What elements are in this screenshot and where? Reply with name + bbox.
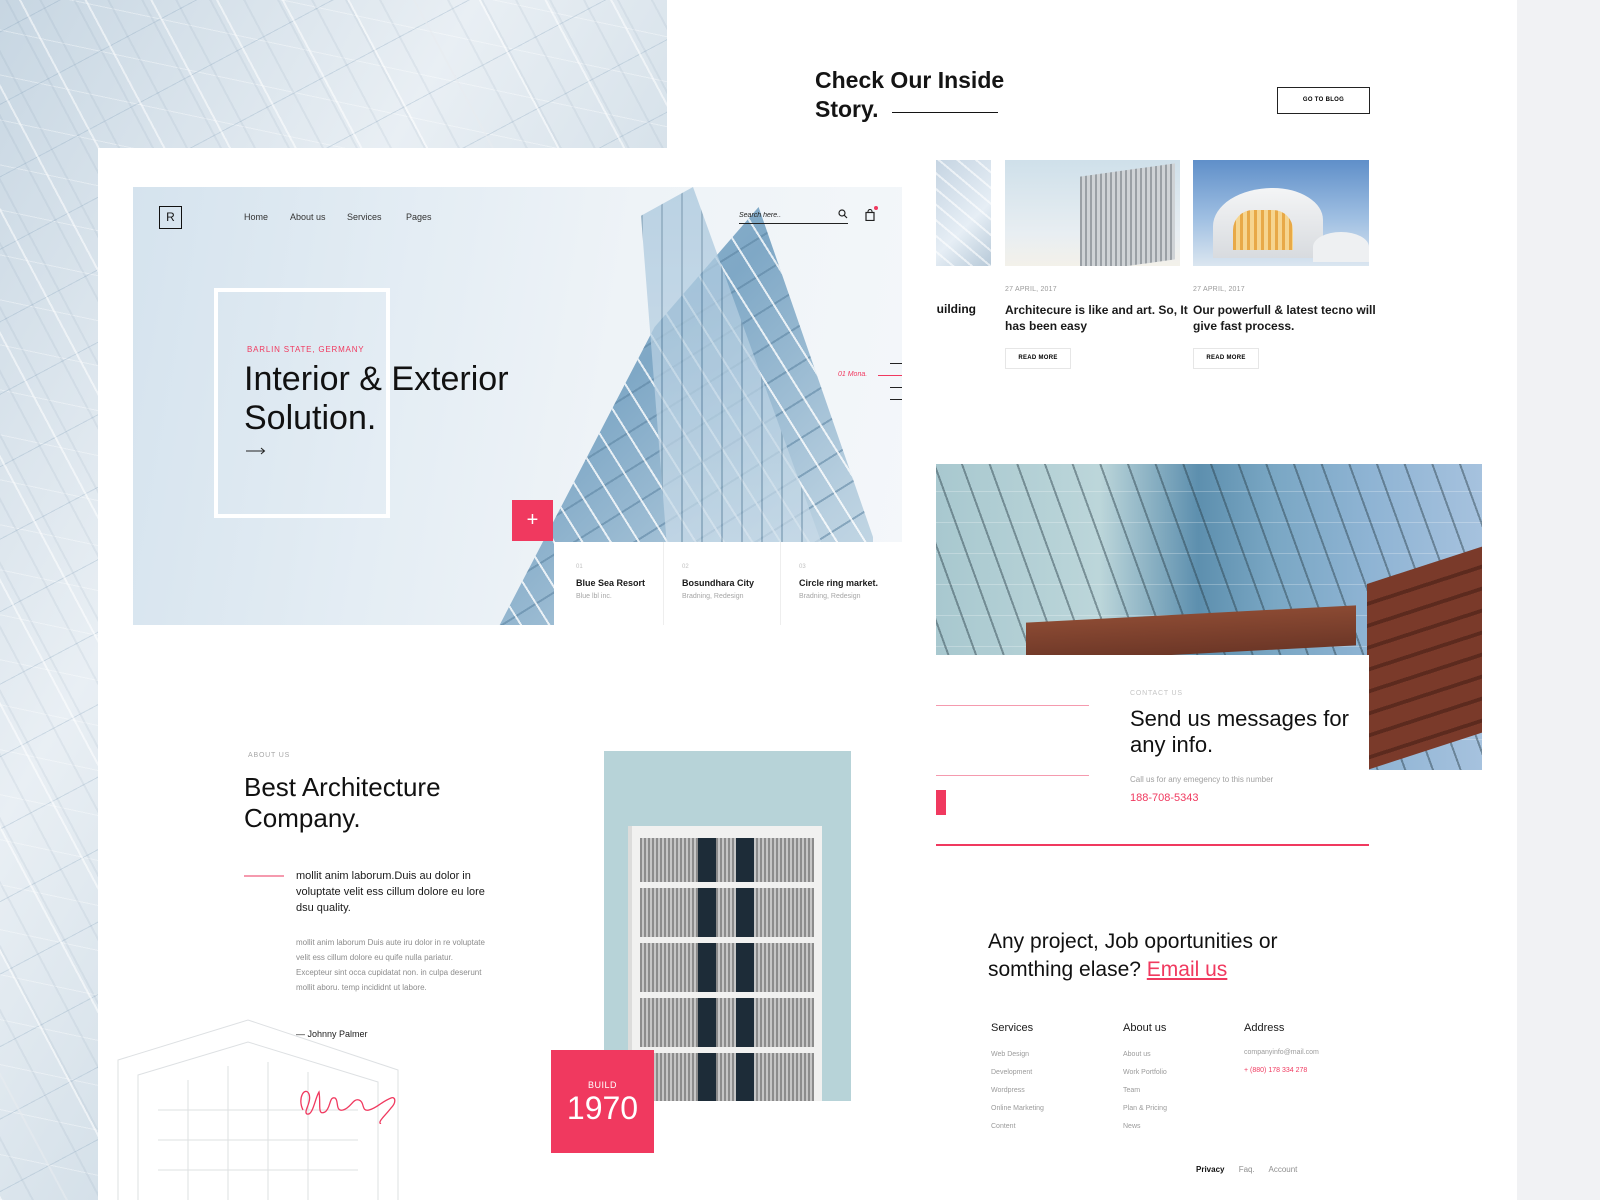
slide-indicator-line-active[interactable] [878, 375, 902, 376]
project-number: 02 [682, 564, 689, 570]
footer-link[interactable]: Content [991, 1122, 1044, 1140]
faq-link[interactable]: Faq. [1239, 1165, 1255, 1174]
footer-services-list: Web Design Development Wordpress Online … [991, 1050, 1044, 1140]
search-bar [739, 208, 848, 224]
blog-post-date: 27 APRIL, 2017 [1193, 286, 1245, 293]
slide-indicator-line[interactable] [890, 363, 902, 364]
nav-home[interactable]: Home [244, 212, 268, 222]
contact-kicker: CONTACT US [1130, 690, 1183, 697]
build-label: BUILD [587, 1080, 617, 1090]
account-link[interactable]: Account [1269, 1165, 1298, 1174]
project-strip: 01 Blue Sea Resort Blue lbl inc. 02 Bosu… [554, 542, 902, 625]
footer-cta-text: Any project, Job oportunities or somthin… [988, 930, 1278, 981]
arrow-right-icon[interactable] [246, 447, 266, 455]
email-us-link[interactable]: Email us [1147, 958, 1228, 981]
project-card[interactable]: 01 Blue Sea Resort Blue lbl inc. [554, 542, 664, 625]
plus-button[interactable]: + [512, 500, 553, 541]
footer-link[interactable]: Work Portfolio [1123, 1068, 1167, 1086]
blog-image-partial[interactable] [936, 160, 991, 266]
nav-about-us[interactable]: About us [290, 212, 326, 222]
contact-description: Call us for any emegency to this number [1130, 775, 1274, 784]
project-title: Bosundhara City [682, 578, 755, 588]
about-kicker: ABOUT US [248, 752, 291, 759]
footer-link[interactable]: Plan & Pricing [1123, 1104, 1167, 1122]
about-accent-line [244, 875, 284, 877]
blog-post-title[interactable]: Our powerfull & latest tecno will give f… [1193, 302, 1378, 334]
blog-post-title-partial[interactable]: uilding [936, 302, 976, 316]
privacy-link[interactable]: Privacy [1196, 1165, 1224, 1174]
footer-link[interactable]: Development [991, 1068, 1044, 1086]
hero-title: Interior & Exterior Solution. [244, 360, 509, 437]
footer-column-title-address: Address [1244, 1022, 1285, 1034]
footer-link[interactable]: News [1123, 1122, 1167, 1140]
about-body-text: mollit anim laborum Duis aute iru dolor … [296, 938, 485, 992]
about-author: — Johnny Palmer [296, 1029, 368, 1039]
project-subtitle: Blue lbl inc. [576, 593, 612, 600]
slide-indicator-line[interactable] [890, 387, 902, 388]
read-more-button[interactable]: READ MORE [1193, 348, 1259, 369]
blog-post-title[interactable]: Architecure is like and art. So, It has … [1005, 302, 1190, 334]
footer-about-list: About us Work Portfolio Team Plan & Pric… [1123, 1050, 1167, 1140]
project-card[interactable]: 03 Circle ring market. Bradning, Redesig… [781, 542, 902, 625]
blog-post-date: 27 APRIL, 2017 [1005, 286, 1057, 293]
contact-email-field[interactable] [936, 775, 1089, 776]
contact-name-field[interactable] [936, 705, 1089, 706]
slide-indicator-line[interactable] [890, 399, 902, 400]
blog-image-curved-building[interactable] [1193, 160, 1369, 266]
shopping-bag-icon[interactable] [865, 209, 875, 221]
footer-column-title-services: Services [991, 1022, 1034, 1034]
project-subtitle: Bradning, Redesign [682, 593, 744, 600]
footer-link[interactable]: Online Marketing [991, 1104, 1044, 1122]
project-subtitle: Bradning, Redesign [799, 593, 861, 600]
nav-services[interactable]: Services [347, 212, 382, 222]
slide-indicator-label: 01 Mona. [838, 371, 868, 378]
contact-title: Send us messages for any info. [1130, 706, 1349, 757]
build-year: 1970 [566, 1090, 639, 1126]
go-to-blog-button[interactable]: GO TO BLOG [1277, 87, 1370, 114]
read-more-button[interactable]: READ MORE [1005, 348, 1071, 369]
blog-image-building-slats[interactable] [1005, 160, 1180, 266]
search-input[interactable] [739, 208, 834, 222]
footer-column-title-about: About us [1123, 1022, 1167, 1034]
footer-address-list: companyinfo@mail.com + (880) 178 334 278 [1244, 1048, 1319, 1084]
nav-pages[interactable]: Pages [406, 212, 432, 222]
project-number: 01 [576, 564, 583, 570]
footer-link[interactable]: Wordpress [991, 1086, 1044, 1104]
contact-submit-button[interactable] [936, 790, 946, 815]
search-icon[interactable] [838, 209, 848, 219]
footer-phone[interactable]: + (880) 178 334 278 [1244, 1066, 1319, 1084]
contact-phone-link[interactable]: 188-708-5343 [1130, 792, 1199, 804]
building-photo [604, 751, 851, 1101]
hero-location: BARLIN STATE, GERMANY [247, 345, 365, 354]
footer-link[interactable]: About us [1123, 1050, 1167, 1068]
project-title: Circle ring market. [799, 578, 879, 588]
build-year-badge: BUILD 1970 [551, 1050, 654, 1153]
page-margin [1517, 0, 1600, 1200]
site-logo[interactable]: R [159, 206, 182, 229]
about-title: Best Architecture Company. [244, 772, 441, 833]
footer-link[interactable]: Web Design [991, 1050, 1044, 1068]
contact-card-accent [936, 844, 1369, 846]
blog-section-title: Check Our Inside Story. [815, 67, 1005, 122]
cart-badge [874, 206, 878, 210]
title-underline [892, 112, 998, 113]
project-card[interactable]: 02 Bosundhara City Bradning, Redesign [664, 542, 781, 625]
footer-bottom-links: Privacy Faq. Account [1196, 1165, 1309, 1174]
footer-cta: Any project, Job oportunities or somthin… [988, 928, 1348, 984]
about-lead-text: mollit anim laborum.Duis au dolor in vol… [296, 870, 485, 914]
signature-image [300, 1090, 396, 1124]
project-number: 03 [799, 564, 806, 570]
footer-link[interactable]: Team [1123, 1086, 1167, 1104]
project-title: Blue Sea Resort [576, 578, 646, 588]
footer-email[interactable]: companyinfo@mail.com [1244, 1048, 1319, 1066]
